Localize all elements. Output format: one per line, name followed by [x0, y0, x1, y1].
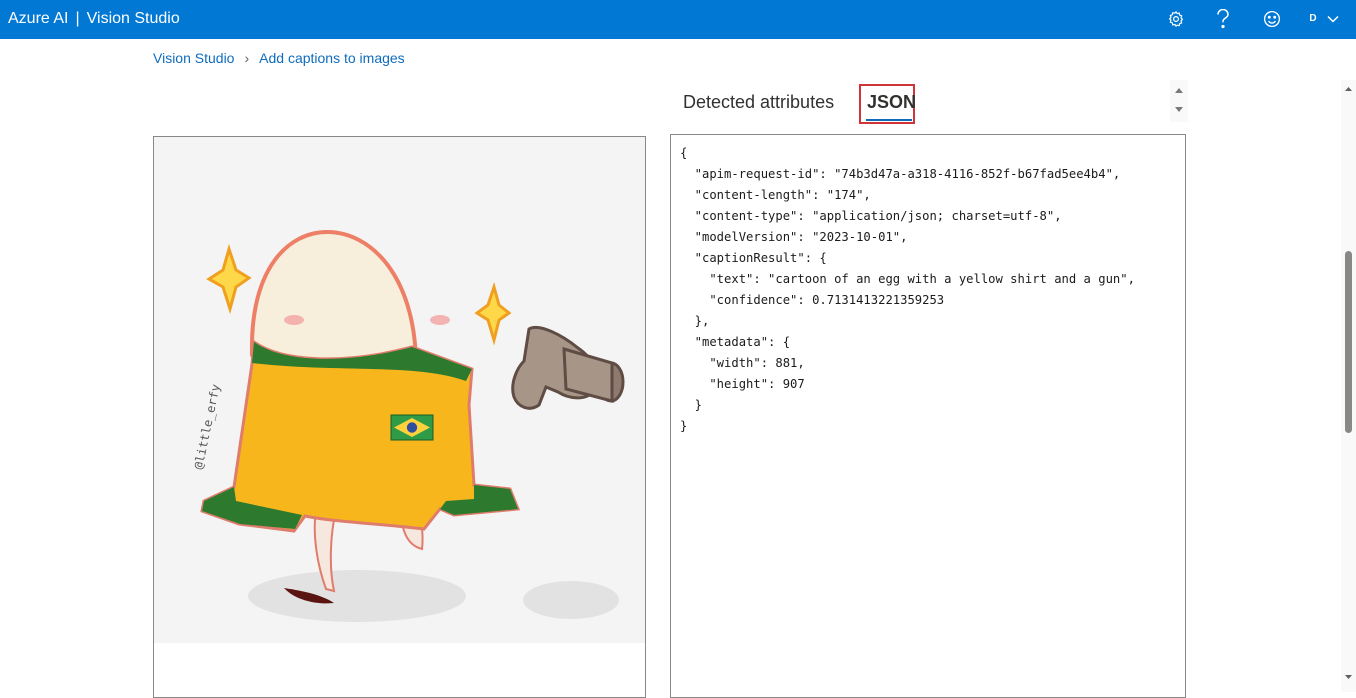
brand-separator: | — [75, 10, 80, 27]
scroll-down-icon[interactable] — [1341, 670, 1356, 684]
help-button[interactable] — [1212, 8, 1234, 30]
breadcrumb-vision-studio[interactable]: Vision Studio — [153, 50, 234, 66]
settings-button[interactable] — [1165, 8, 1187, 30]
json-output: { "apim-request-id": "74b3d47a-a318-4116… — [680, 146, 1135, 433]
triangle-up-icon[interactable] — [1170, 82, 1188, 100]
smiley-icon — [1263, 10, 1281, 28]
account-avatar[interactable]: D — [1304, 10, 1322, 28]
tab-detected-attributes[interactable]: Detected attributes — [683, 92, 834, 113]
json-result-panel[interactable]: { "apim-request-id": "74b3d47a-a318-4116… — [670, 134, 1186, 698]
page-scroll-thumb[interactable] — [1345, 251, 1352, 433]
top-bar: Azure AI | Vision Studio D — [0, 0, 1356, 39]
tab-json[interactable]: JSON — [867, 92, 916, 113]
gear-icon — [1168, 10, 1184, 27]
brand-vision-studio: Vision Studio — [86, 10, 180, 27]
brand[interactable]: Azure AI | Vision Studio — [8, 10, 180, 28]
scroll-up-icon[interactable] — [1341, 82, 1356, 96]
breadcrumb-add-captions[interactable]: Add captions to images — [259, 50, 405, 66]
brand-azure-ai: Azure AI — [8, 10, 69, 27]
breadcrumb: Vision Studio › Add captions to images — [153, 50, 405, 66]
active-tab-indicator — [866, 119, 912, 121]
chevron-right-icon: › — [244, 50, 250, 66]
page-scrollbar[interactable] — [1341, 80, 1356, 692]
image-preview-panel: @little_erfy — [153, 136, 646, 698]
chevron-down-icon[interactable] — [1326, 12, 1340, 26]
uploaded-image: @little_erfy — [154, 137, 645, 697]
tabs-scroller[interactable] — [1170, 80, 1188, 122]
help-icon — [1217, 9, 1229, 29]
triangle-down-icon[interactable] — [1170, 100, 1188, 118]
feedback-button[interactable] — [1261, 8, 1283, 30]
